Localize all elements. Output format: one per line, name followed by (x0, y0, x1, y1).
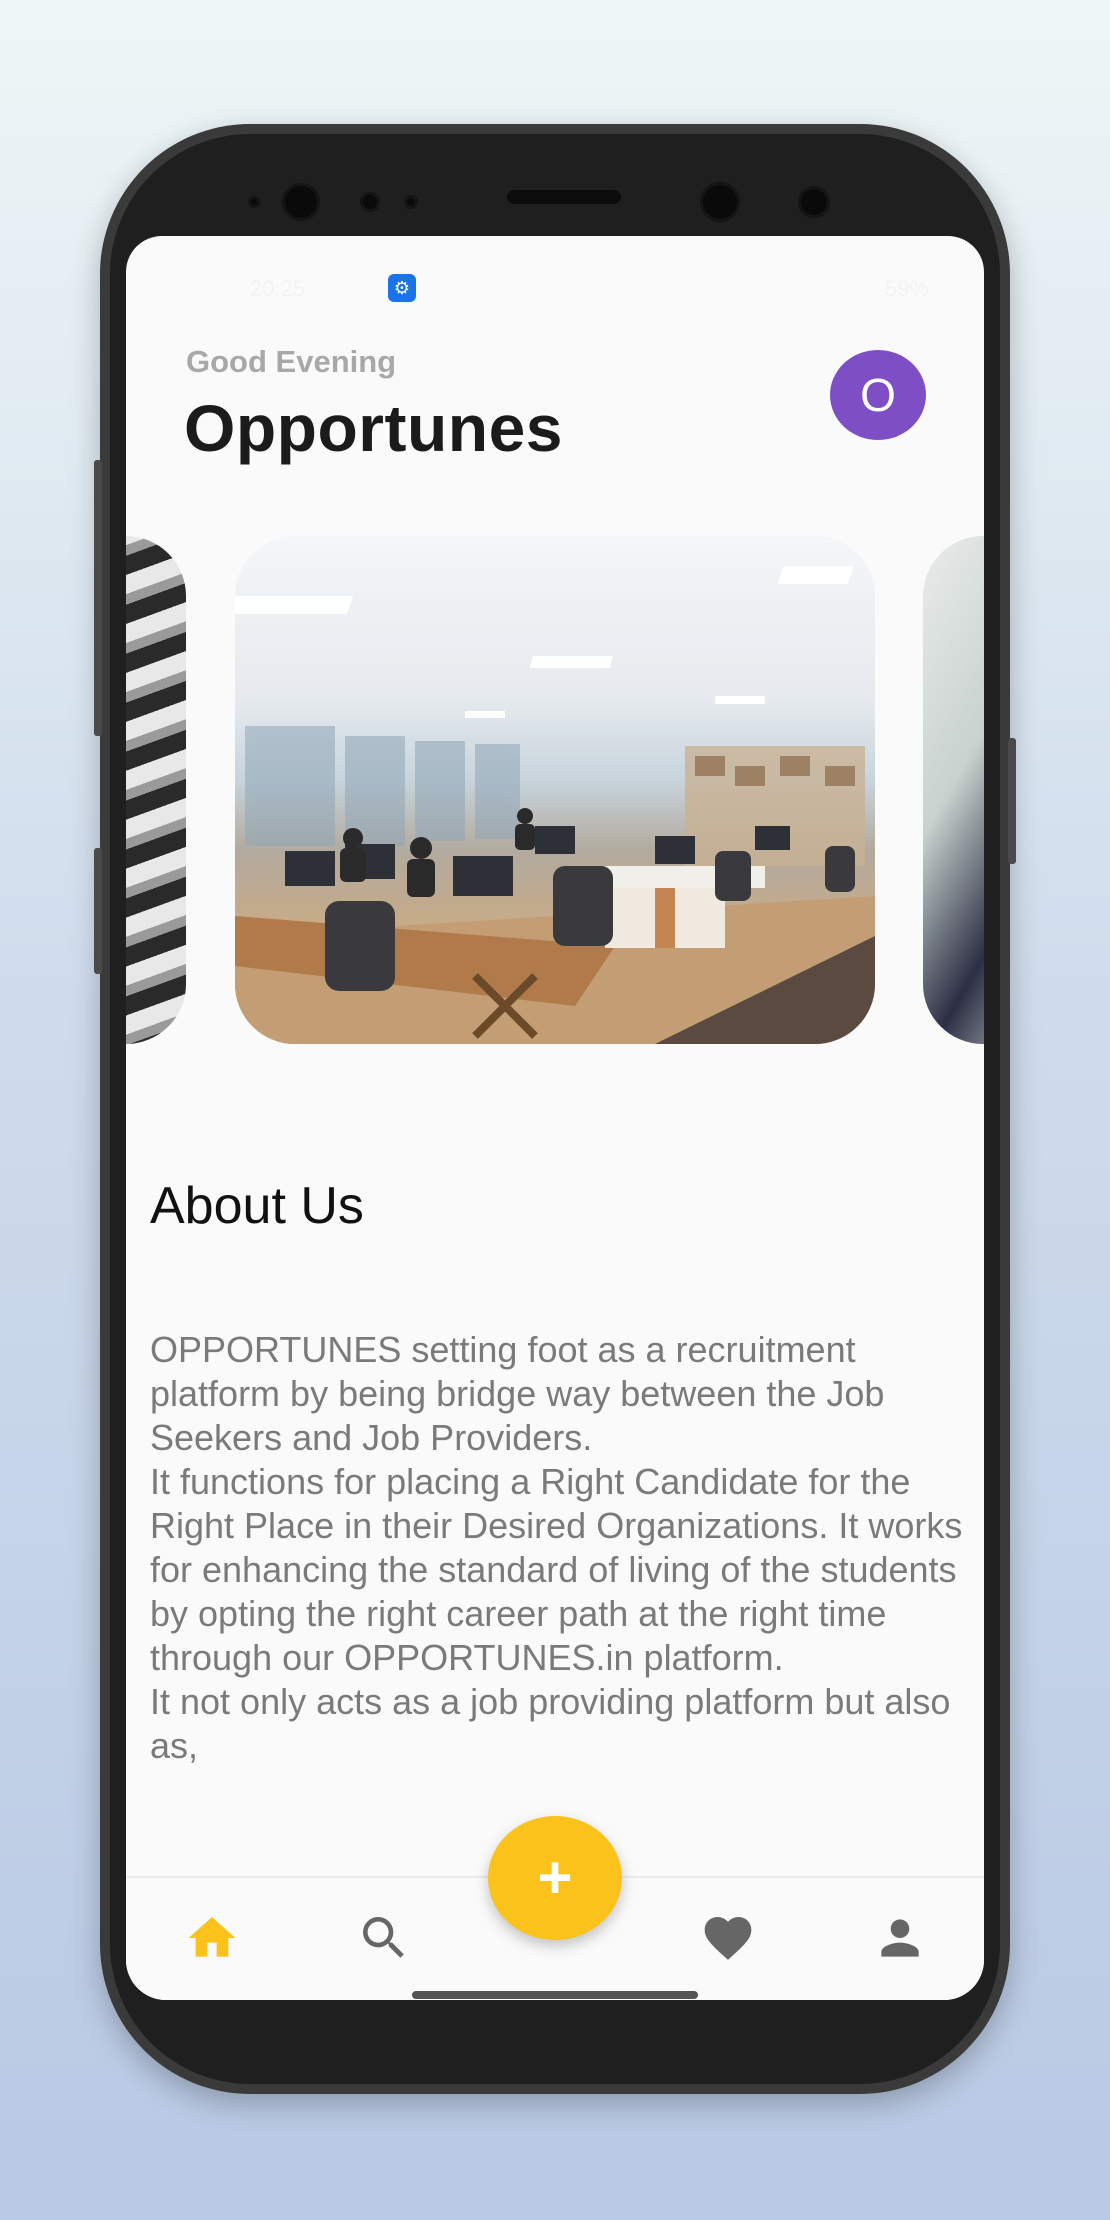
front-camera-secondary (700, 182, 740, 222)
sensor-dot (248, 196, 260, 208)
person-icon (881, 1919, 919, 1957)
sensor-dot (798, 186, 830, 218)
about-heading: About Us (150, 1177, 364, 1235)
sensor-dot (360, 192, 380, 212)
greeting-text: Good Evening (186, 344, 397, 379)
nav-favorites[interactable] (700, 1910, 756, 1966)
sensor-dot (404, 195, 418, 209)
avatar[interactable]: O (830, 350, 926, 440)
add-fab-button[interactable]: + (488, 1816, 622, 1940)
carousel-slide-next[interactable] (923, 536, 984, 1044)
search-icon (363, 1917, 404, 1958)
status-bar: 20:25 ⚙ 59% (126, 270, 984, 310)
side-button (1008, 738, 1016, 864)
nav-profile[interactable] (872, 1910, 928, 1966)
app-screen: 20:25 ⚙ 59% Good Evening Opportunes O Ab… (126, 236, 984, 2000)
side-button (94, 460, 102, 736)
carousel-slide-previous[interactable] (126, 536, 186, 1044)
office-workspace-image (235, 566, 875, 1044)
status-battery: 59% (884, 276, 929, 301)
usb-icon: ⚙ (388, 274, 416, 302)
side-button (94, 848, 102, 974)
nav-search[interactable] (356, 1910, 412, 1966)
about-body-text: OPPORTUNES setting foot as a recruitment… (150, 1329, 963, 1766)
image-carousel[interactable] (126, 536, 984, 1046)
page-title: Opportunes (184, 391, 563, 465)
nav-home[interactable] (184, 1910, 240, 1966)
home-icon (188, 1917, 236, 1957)
heart-icon (704, 1917, 752, 1960)
home-indicator[interactable] (412, 1991, 698, 1999)
earpiece-speaker (507, 190, 621, 204)
carousel-slide-active[interactable] (235, 536, 875, 1044)
front-camera (282, 183, 320, 221)
status-time: 20:25 (250, 276, 306, 301)
